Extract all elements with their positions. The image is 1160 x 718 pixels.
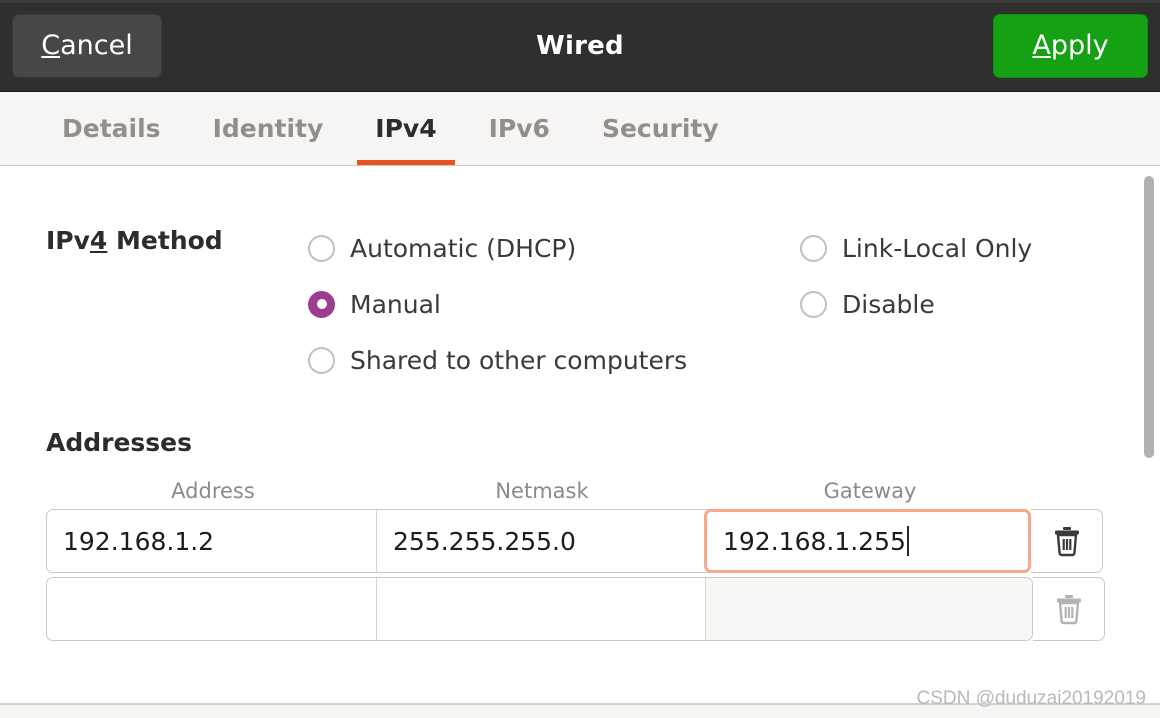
method-label-suffix: Method <box>107 226 223 255</box>
gateway-input-row2[interactable] <box>705 578 1032 640</box>
netmask-input-row2[interactable] <box>376 578 705 640</box>
addresses-table: 192.168.1.2 255.255.255.0 192.168.1.255 <box>46 509 1106 641</box>
address-value-row1: 192.168.1.2 <box>63 526 215 556</box>
watermark-text: CSDN @duduzai20192019 <box>916 688 1147 709</box>
gateway-input-row1[interactable]: 192.168.1.255 <box>704 509 1031 573</box>
cancel-button[interactable]: Cancel <box>12 13 162 78</box>
address-row-cells: 192.168.1.2 255.255.255.0 192.168.1.255 <box>46 509 1031 573</box>
radio-manual[interactable]: Manual <box>308 276 687 332</box>
table-row: 192.168.1.2 255.255.255.0 192.168.1.255 <box>46 509 1106 573</box>
ipv4-method-options-left: Automatic (DHCP) Manual Shared to other … <box>308 220 687 388</box>
tab-security-label: Security <box>601 114 719 143</box>
table-row <box>46 577 1106 641</box>
radio-manual-label: Manual <box>350 289 441 319</box>
tab-bar: Details Identity IPv4 IPv6 Security <box>0 92 1160 166</box>
address-row-cells <box>46 577 1033 641</box>
radio-automatic-dhcp-label: Automatic (DHCP) <box>350 233 577 263</box>
page-title: Wired <box>536 30 624 61</box>
apply-button[interactable]: Apply <box>993 13 1148 78</box>
radio-circle-icon <box>308 346 335 374</box>
method-label-mnemonic: 4 <box>89 226 108 255</box>
method-label-prefix: IPv <box>46 226 90 255</box>
radio-disable[interactable]: Disable <box>800 276 1032 332</box>
delete-address-button-row2[interactable] <box>1033 577 1105 641</box>
radio-circle-icon <box>800 234 827 262</box>
addresses-column-headers: Address Netmask Gateway <box>48 479 1106 503</box>
radio-link-local-only[interactable]: Link-Local Only <box>800 220 1032 276</box>
cancel-button-label: ancel <box>60 30 133 61</box>
radio-link-local-label: Link-Local Only <box>842 233 1033 263</box>
column-header-gateway: Gateway <box>823 479 917 503</box>
netmask-value-row1: 255.255.255.0 <box>393 526 576 556</box>
netmask-input-row1[interactable]: 255.255.255.0 <box>376 510 705 572</box>
radio-disable-label: Disable <box>842 289 935 319</box>
tab-ipv6[interactable]: IPv6 <box>463 92 576 165</box>
radio-automatic-dhcp[interactable]: Automatic (DHCP) <box>308 220 687 276</box>
ipv4-method-options-right: Link-Local Only Disable <box>800 220 1032 332</box>
column-header-address: Address <box>171 479 255 503</box>
tab-ipv4-label: IPv4 <box>375 114 437 143</box>
apply-button-label: pply <box>1050 30 1109 61</box>
gateway-value-row1: 192.168.1.255 <box>723 526 906 556</box>
settings-scroll-area: IPv4 Method Automatic (DHCP) Manual Shar… <box>0 166 1160 704</box>
radio-circle-icon <box>800 290 827 318</box>
vertical-scrollbar[interactable] <box>1144 170 1154 700</box>
tab-security[interactable]: Security <box>576 92 745 165</box>
addresses-heading: Addresses <box>46 428 193 457</box>
radio-circle-icon <box>308 234 335 262</box>
dialog-header-bar: Cancel Wired Apply <box>0 0 1160 92</box>
cancel-button-mnemonic: C <box>41 30 61 61</box>
trash-icon <box>1056 595 1081 625</box>
scrollbar-thumb[interactable] <box>1144 176 1154 458</box>
addresses-section: Addresses Address Netmask Gateway 192.16… <box>46 428 1106 641</box>
tab-details[interactable]: Details <box>36 92 187 165</box>
address-input-row2[interactable] <box>47 578 376 640</box>
tab-ipv6-label: IPv6 <box>488 114 550 143</box>
text-cursor <box>906 526 909 556</box>
radio-shared-to-other-computers[interactable]: Shared to other computers <box>308 332 687 388</box>
trash-icon <box>1054 527 1079 557</box>
address-input-row1[interactable]: 192.168.1.2 <box>47 510 376 572</box>
tab-identity-label: Identity <box>212 114 324 143</box>
apply-button-mnemonic: A <box>1032 30 1051 61</box>
column-header-netmask: Netmask <box>495 479 589 503</box>
delete-address-button-row1[interactable] <box>1031 509 1103 573</box>
ipv4-method-label: IPv4 Method <box>46 226 223 255</box>
radio-shared-label: Shared to other computers <box>350 345 688 375</box>
radio-circle-selected-icon <box>308 290 335 318</box>
tab-details-label: Details <box>62 114 161 143</box>
tab-ipv4[interactable]: IPv4 <box>349 92 462 165</box>
tab-identity[interactable]: Identity <box>187 92 350 165</box>
